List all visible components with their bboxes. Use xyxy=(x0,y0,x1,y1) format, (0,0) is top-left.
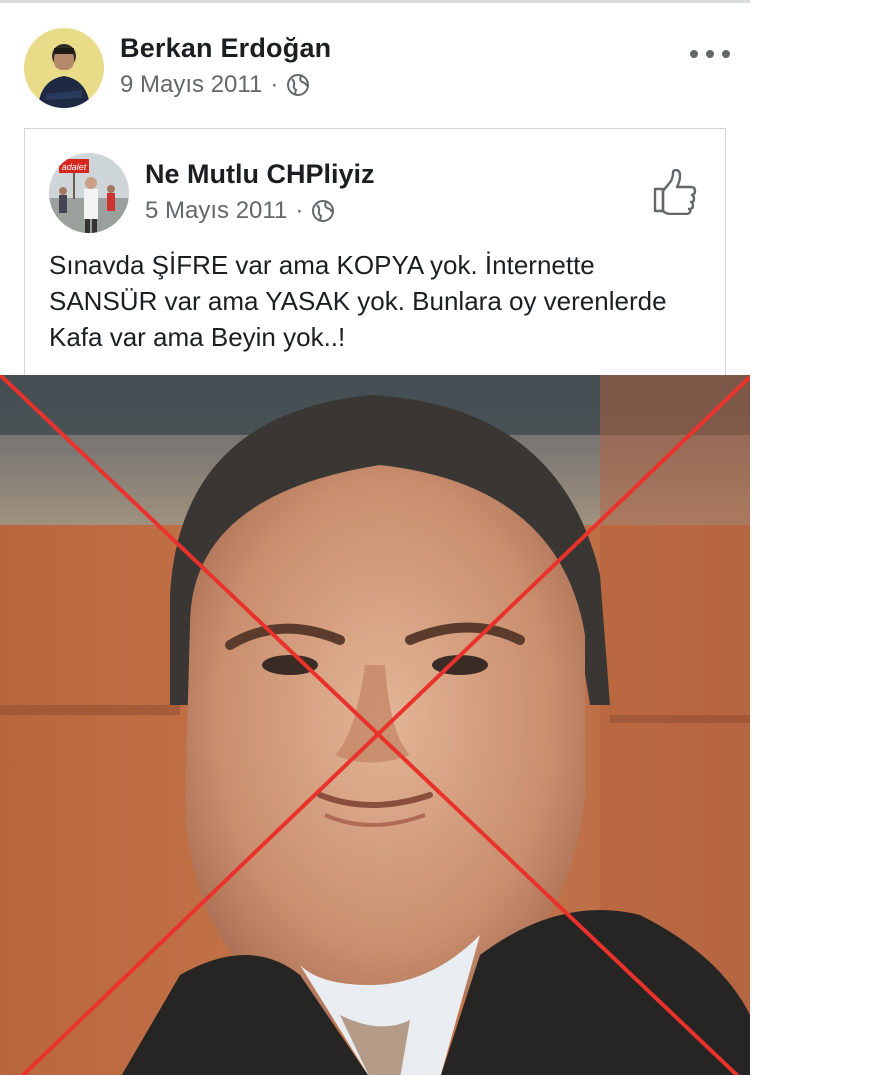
post-date[interactable]: 9 Mayıs 2011 xyxy=(120,71,262,99)
author-avatar[interactable] xyxy=(24,28,104,108)
shared-meta: 5 Mayıs 2011 · xyxy=(145,197,335,225)
thumbs-up-icon[interactable] xyxy=(651,168,699,216)
shared-post-text: Sınavda ŞİFRE var ama KOPYA yok. İnterne… xyxy=(49,250,667,352)
globe-icon[interactable] xyxy=(311,199,335,223)
more-dot xyxy=(690,50,698,58)
post-meta: 9 Mayıs 2011 · xyxy=(120,71,310,99)
meta-separator: · xyxy=(295,197,304,224)
more-options-icon[interactable] xyxy=(690,43,730,65)
post-photo[interactable] xyxy=(0,375,750,1075)
author-name[interactable]: Berkan Erdoğan xyxy=(120,33,331,64)
shared-date[interactable]: 5 Mayıs 2011 xyxy=(145,197,287,225)
avatar-sign-text: adalet xyxy=(62,162,87,172)
page-avatar[interactable]: adalet xyxy=(49,153,129,233)
page-name[interactable]: Ne Mutlu CHPliyiz xyxy=(145,159,375,190)
feed-post: Berkan Erdoğan 9 Mayıs 2011 · adalet Ne … xyxy=(0,0,750,1075)
more-dot xyxy=(722,50,730,58)
globe-icon[interactable] xyxy=(286,73,310,97)
post-header: Berkan Erdoğan 9 Mayıs 2011 · xyxy=(0,3,750,128)
more-dot xyxy=(706,50,714,58)
meta-separator: · xyxy=(270,71,279,98)
shared-post[interactable]: adalet Ne Mutlu CHPliyiz 5 Mayıs 2011 · xyxy=(24,128,726,376)
